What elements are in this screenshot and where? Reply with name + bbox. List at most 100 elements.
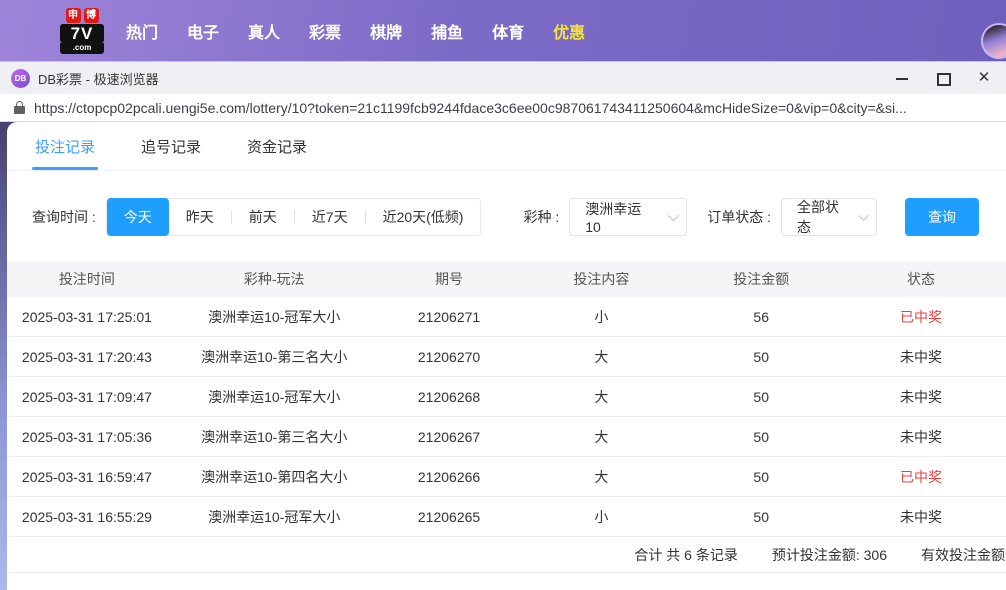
- nav-item[interactable]: 真人: [248, 19, 280, 43]
- cell-status: 已中奖: [900, 468, 943, 485]
- site-logo[interactable]: 申 博 7V .com: [57, 7, 107, 54]
- lock-icon: [14, 101, 25, 114]
- cell-bet-time: 2025-03-31 16:55:29: [21, 508, 152, 525]
- table-row: 2025-03-31 16:55:29 澳洲幸运10-冠军大小 21206265 小 5…: [7, 497, 1006, 537]
- bet-records-table: 投注时间 彩种-玩法 期号 投注内容 投注金额 状态 2025-03-31 17:25:0…: [7, 261, 1006, 573]
- cell-bet-content: 大: [594, 388, 609, 405]
- order-status-select[interactable]: 全部状态: [781, 198, 878, 236]
- summary-total: 合计 共 6 条记录: [634, 546, 738, 563]
- summary-row: 合计 共 6 条记录 预计投注金额: 306 有效投注金额: [7, 537, 1006, 573]
- logo-badges: 申 博: [65, 7, 99, 23]
- column-header-bet-time: 投注时间: [58, 271, 115, 287]
- cell-bet-amount: 50: [753, 388, 769, 405]
- order-status-label: 订单状态 :: [707, 209, 772, 225]
- lottery-filter-label: 彩种 :: [523, 209, 560, 225]
- cell-bet-time: 2025-03-31 17:25:01: [21, 308, 152, 325]
- time-option[interactable]: 前天: [232, 199, 294, 235]
- table-row: 2025-03-31 17:05:36 澳洲幸运10-第三名大小 21206267 大…: [7, 417, 1006, 457]
- nav-item[interactable]: 电子: [187, 19, 219, 43]
- lottery-select-value: 澳洲幸运10: [585, 201, 642, 235]
- minimize-icon[interactable]: [895, 71, 909, 85]
- column-header-game-play: 彩种-玩法: [243, 271, 305, 287]
- cell-bet-amount: 50: [753, 428, 769, 445]
- url-text[interactable]: https://ctopcp02pcali.uengi5e.com/lotter…: [34, 100, 907, 116]
- column-header-bet-content: 投注内容: [573, 271, 630, 287]
- summary-expected-amount: 预计投注金额: 306: [771, 546, 887, 563]
- summary-valid-amount: 有效投注金额: [921, 546, 1005, 563]
- cell-game-play: 澳洲幸运10-冠军大小: [208, 388, 341, 405]
- cell-status: 未中奖: [900, 348, 943, 365]
- time-filter-group: 今天 昨天 前天 近7天 近20天(低频): [105, 198, 482, 236]
- lottery-select[interactable]: 澳洲幸运10: [569, 198, 688, 236]
- cell-bet-amount: 50: [753, 508, 769, 525]
- window-title: DB彩票 - 极速浏览器: [38, 71, 159, 87]
- logo-sub-text: .com: [60, 42, 104, 54]
- cell-issue-number: 21206268: [417, 388, 481, 405]
- chevron-down-icon: [668, 209, 680, 222]
- time-filter-label: 查询时间 :: [32, 209, 96, 225]
- nav-item[interactable]: 热门: [126, 19, 158, 43]
- page-background: 投注记录 追号记录 资金记录 查询时间 : 今天 昨天 前天 近7天 近20天(低频) 彩种…: [0, 122, 1006, 590]
- nav-item[interactable]: 捕鱼: [431, 19, 463, 43]
- time-option[interactable]: 近20天(低频): [366, 199, 481, 235]
- time-option[interactable]: 近7天: [295, 199, 365, 235]
- cell-bet-time: 2025-03-31 17:05:36: [21, 428, 152, 445]
- order-status-value: 全部状态: [797, 199, 840, 235]
- browser-app-icon: DB: [11, 68, 30, 88]
- table-body: 2025-03-31 17:25:01 澳洲幸运10-冠军大小 21206271 小 5…: [7, 297, 1006, 537]
- nav-item[interactable]: 棋牌: [370, 19, 402, 43]
- cell-status: 未中奖: [900, 508, 943, 525]
- browser-titlebar: DB DB彩票 - 极速浏览器 ✕: [0, 62, 1006, 94]
- table-row: 2025-03-31 17:20:43 澳洲幸运10-第三名大小 21206270 大…: [7, 337, 1006, 377]
- cell-status: 未中奖: [900, 428, 943, 445]
- column-header-status: 状态: [907, 271, 936, 287]
- url-bar[interactable]: https://ctopcp02pcali.uengi5e.com/lotter…: [0, 94, 1006, 122]
- cell-game-play: 澳洲幸运10-冠军大小: [208, 508, 341, 525]
- cell-bet-time: 2025-03-31 17:09:47: [21, 388, 152, 405]
- logo-main-text: 7V: [60, 23, 104, 43]
- record-tabs: 投注记录 追号记录 资金记录: [7, 122, 1006, 171]
- query-button[interactable]: 查询: [905, 198, 980, 236]
- cell-issue-number: 21206267: [417, 428, 481, 445]
- cell-issue-number: 21206270: [417, 348, 481, 365]
- close-icon[interactable]: ✕: [977, 70, 991, 85]
- cell-bet-content: 大: [594, 428, 609, 445]
- cell-issue-number: 21206265: [417, 508, 481, 525]
- cell-issue-number: 21206271: [417, 308, 481, 325]
- nav-item[interactable]: 优惠: [553, 19, 585, 43]
- cell-bet-content: 大: [594, 468, 609, 485]
- cell-game-play: 澳洲幸运10-第三名大小: [201, 428, 348, 445]
- cell-issue-number: 21206266: [417, 468, 481, 485]
- maximize-icon[interactable]: [936, 71, 951, 86]
- cell-game-play: 澳洲幸运10-第三名大小: [201, 348, 348, 365]
- cell-bet-time: 2025-03-31 17:20:43: [21, 348, 152, 365]
- cell-bet-time: 2025-03-31 16:59:47: [21, 468, 152, 485]
- tab[interactable]: 投注记录: [31, 122, 99, 170]
- column-header-bet-amount: 投注金额: [733, 271, 790, 287]
- nav-item[interactable]: 体育: [492, 19, 524, 43]
- cell-bet-content: 大: [594, 348, 609, 365]
- cell-game-play: 澳洲幸运10-第四名大小: [201, 468, 348, 485]
- tab[interactable]: 追号记录: [141, 122, 201, 170]
- user-avatar[interactable]: [981, 23, 1006, 59]
- content-card: 投注记录 追号记录 资金记录 查询时间 : 今天 昨天 前天 近7天 近20天(低频) 彩种…: [7, 122, 1006, 590]
- logo-badge-left: 申: [65, 7, 81, 23]
- window-controls: ✕: [895, 70, 1006, 86]
- cell-bet-content: 小: [594, 308, 609, 325]
- chevron-down-icon: [858, 210, 870, 221]
- time-option[interactable]: 昨天: [169, 199, 231, 235]
- table-row: 2025-03-31 17:09:47 澳洲幸运10-冠军大小 21206268 大 5…: [7, 377, 1006, 417]
- cell-game-play: 澳洲幸运10-冠军大小: [208, 308, 341, 325]
- table-row: 2025-03-31 17:25:01 澳洲幸运10-冠军大小 21206271 小 5…: [7, 297, 1006, 337]
- nav-item[interactable]: 彩票: [309, 19, 341, 43]
- table-row: 2025-03-31 16:59:47 澳洲幸运10-第四名大小 21206266 大…: [7, 457, 1006, 497]
- column-header-issue-number: 期号: [435, 271, 464, 287]
- time-option[interactable]: 今天: [106, 198, 169, 236]
- cell-bet-amount: 50: [753, 348, 769, 365]
- filter-row: 查询时间 : 今天 昨天 前天 近7天 近20天(低频) 彩种 : 澳洲幸运10 订单状…: [7, 198, 1006, 236]
- cell-bet-amount: 56: [753, 308, 769, 325]
- logo-badge-right: 博: [83, 7, 99, 23]
- site-nav-bar: 申 博 7V .com 热门 电子 真人 彩票 棋牌 捕鱼 体育 优惠: [0, 0, 1006, 62]
- cell-bet-amount: 50: [753, 468, 769, 485]
- tab[interactable]: 资金记录: [247, 122, 307, 170]
